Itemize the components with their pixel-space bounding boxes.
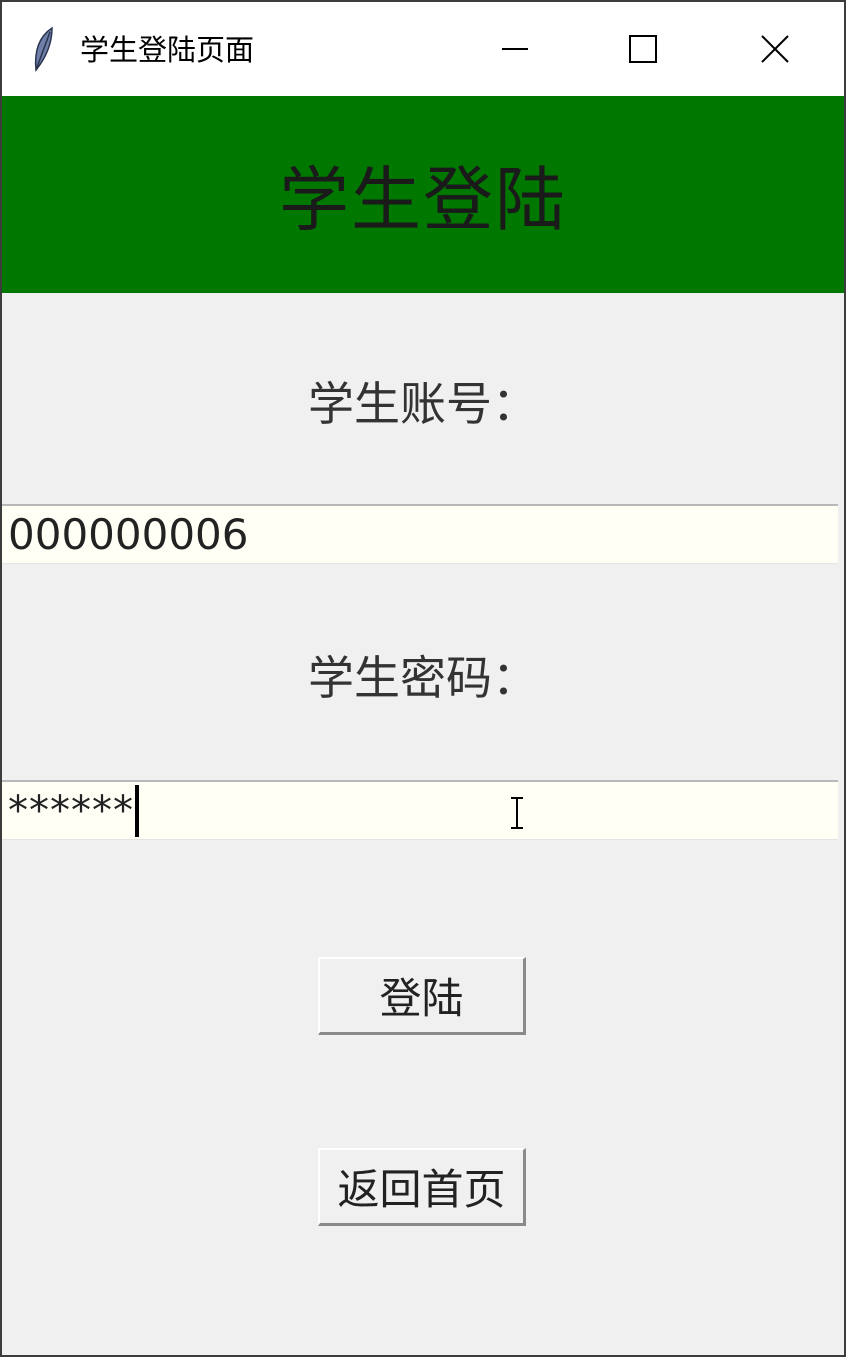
account-label: 学生账号： [308,377,538,431]
window-title: 学生登陆页面 [80,33,255,67]
login-button[interactable]: 登陆 [318,957,526,1035]
minimize-button[interactable] [460,2,570,96]
feather-icon [34,26,53,72]
password-input[interactable]: ****** [2,780,838,840]
account-input-value: 000000006 [8,510,249,559]
text-caret [135,784,139,837]
account-input[interactable]: 000000006 [2,504,838,564]
title-bar[interactable]: 学生登陆页面 [2,2,844,96]
maximize-button[interactable] [588,2,698,96]
close-icon [761,35,789,63]
login-window: 学生登陆页面 学生登陆 学生账号： 000000006 学生密码： ****** [0,0,846,1357]
password-input-value: ****** [8,787,134,834]
maximize-icon [629,35,657,63]
page-title: 学生登陆 [279,159,567,241]
header-banner: 学生登陆 [2,96,844,293]
minimize-icon [502,48,528,50]
close-button[interactable] [720,2,830,96]
ibeam-cursor-icon [511,797,523,829]
return-home-button[interactable]: 返回首页 [318,1148,526,1226]
password-label: 学生密码： [308,651,538,705]
